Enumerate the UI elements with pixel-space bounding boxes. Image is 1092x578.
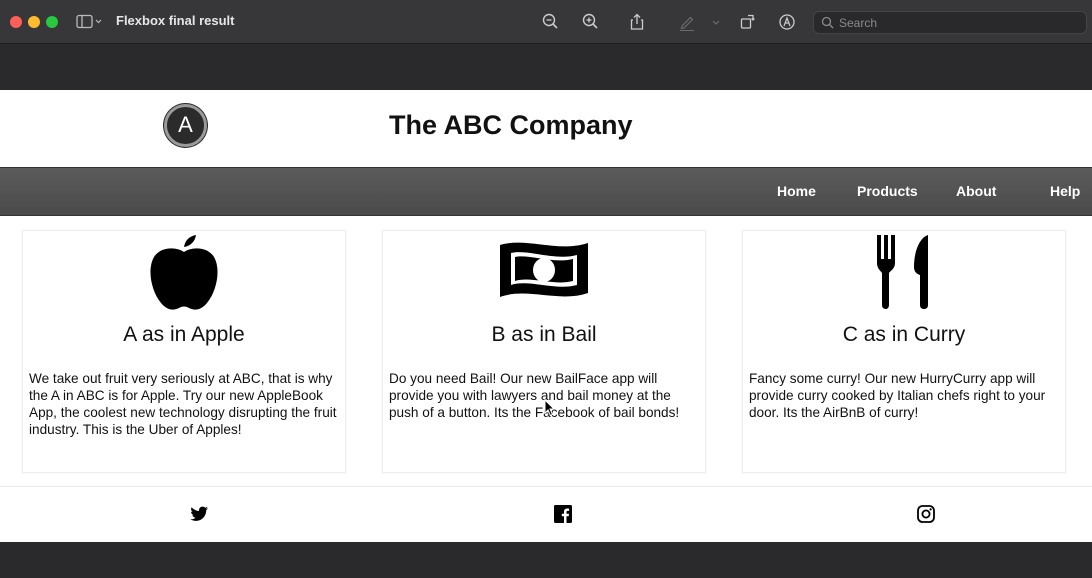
card-title: A as in Apple xyxy=(123,323,245,346)
rotate-icon xyxy=(740,14,755,29)
fork-knife-icon xyxy=(877,235,928,309)
window-maximize-button[interactable] xyxy=(46,16,58,28)
nav-item-home[interactable]: Home xyxy=(777,183,816,199)
annotate-button[interactable] xyxy=(777,12,797,32)
zoom-in-icon xyxy=(582,13,598,29)
instagram-link[interactable] xyxy=(916,504,936,524)
twitter-icon xyxy=(190,506,208,521)
nav-item-about[interactable]: About xyxy=(956,183,996,199)
card-description: Fancy some curry! Our new HurryCurry app… xyxy=(749,371,1046,420)
markup-button[interactable] xyxy=(677,12,697,32)
money-bill-icon xyxy=(500,242,588,297)
search-input[interactable] xyxy=(839,14,1079,31)
zoom-in-button[interactable] xyxy=(581,12,601,32)
window-titlebar: Flexbox final result xyxy=(0,0,1092,44)
sidebar-toggle-button[interactable] xyxy=(76,14,102,30)
facebook-link[interactable] xyxy=(553,504,573,524)
sidebar-icon xyxy=(76,14,102,29)
mouse-cursor-icon xyxy=(544,399,556,417)
share-button[interactable] xyxy=(627,12,647,32)
window-close-button[interactable] xyxy=(10,16,22,28)
markup-pen-icon xyxy=(680,16,694,31)
main-nav: Home Products About Help xyxy=(0,167,1092,216)
nav-item-products[interactable]: Products xyxy=(857,183,918,199)
card-description: Do you need Bail! Our new BailFace app w… xyxy=(389,371,680,420)
product-card-apple: A as in Apple We take out fruit very ser… xyxy=(22,230,346,473)
window-title: Flexbox final result xyxy=(116,13,235,28)
site-header: A The ABC Company xyxy=(0,90,1092,167)
search-field[interactable] xyxy=(813,11,1087,34)
search-icon xyxy=(821,16,834,29)
product-card-curry: C as in Curry Fancy some curry! Our new … xyxy=(742,230,1066,473)
markup-menu-button[interactable] xyxy=(709,12,723,32)
product-card-bail: B as in Bail Do you need Bail! Our new B… xyxy=(382,230,706,473)
apple-icon xyxy=(150,235,218,310)
chevron-down-icon xyxy=(712,20,720,25)
nav-item-help[interactable]: Help xyxy=(1050,183,1080,199)
zoom-out-button[interactable] xyxy=(541,12,561,32)
twitter-link[interactable] xyxy=(189,504,209,524)
site-title: The ABC Company xyxy=(389,110,633,140)
window-minimize-button[interactable] xyxy=(28,16,40,28)
web-page: A The ABC Company Home Products About He… xyxy=(0,90,1092,542)
annotate-icon xyxy=(779,14,795,30)
company-logo[interactable]: A xyxy=(164,104,207,147)
card-title: B as in Bail xyxy=(491,323,597,346)
facebook-icon xyxy=(554,505,572,523)
rotate-button[interactable] xyxy=(738,12,758,32)
card-title: C as in Curry xyxy=(842,323,966,346)
instagram-icon xyxy=(917,505,935,523)
card-description: We take out fruit very seriously at ABC,… xyxy=(29,371,337,437)
site-footer xyxy=(0,486,1092,542)
zoom-out-icon xyxy=(542,13,558,29)
share-icon xyxy=(630,13,644,30)
